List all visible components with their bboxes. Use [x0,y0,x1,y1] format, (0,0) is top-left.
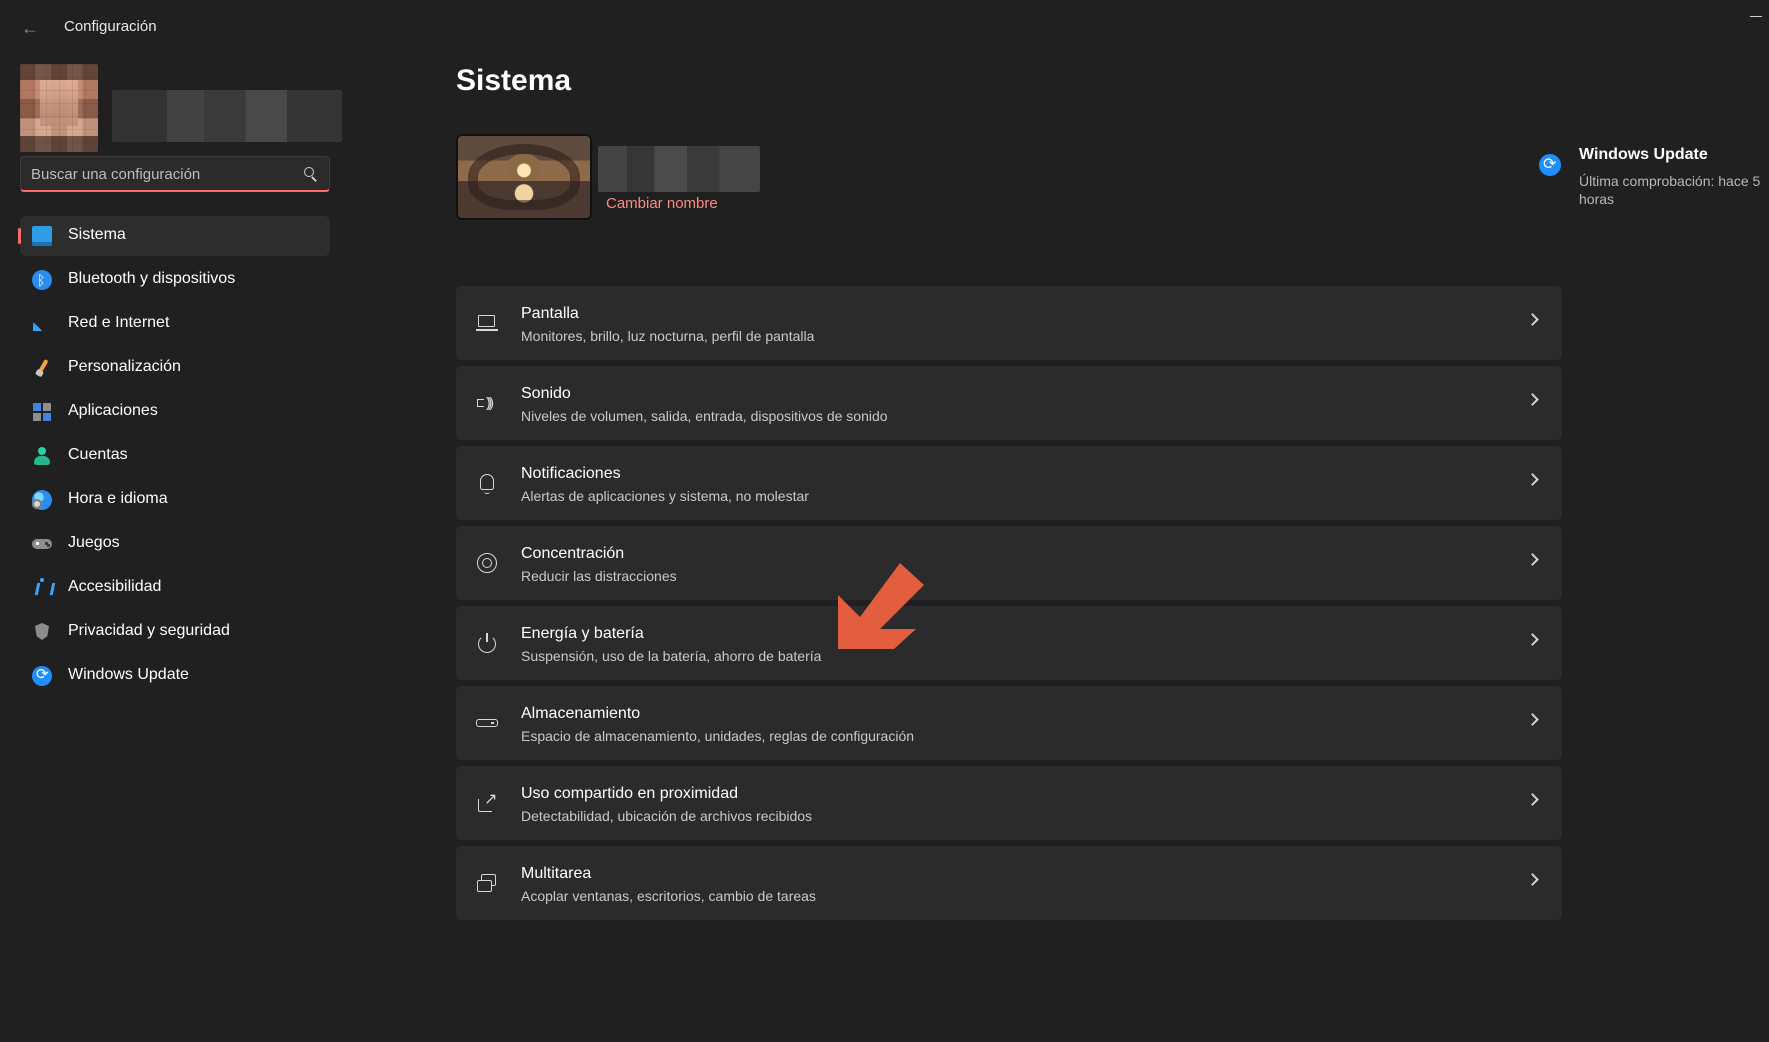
sidebar-item-privacy[interactable]: Privacidad y seguridad [20,612,330,652]
sidebar-item-time-language[interactable]: Hora e idioma [20,480,330,520]
accessibility-icon [32,578,52,598]
main-content: Sistema Cambiar nombre Windows Update Úl… [456,56,1769,1042]
storage-icon [476,712,498,734]
search-icon [303,166,317,180]
setting-description: Suspensión, uso de la batería, ahorro de… [521,648,822,664]
chevron-right-icon [1528,475,1538,485]
setting-almacenamiento[interactable]: Almacenamiento Espacio de almacenamiento… [456,686,1562,760]
setting-title: Energía y batería [521,625,644,642]
avatar [20,64,98,152]
setting-description: Reducir las distracciones [521,568,677,584]
chevron-right-icon [1528,555,1538,565]
windows-update-title: Windows Update [1579,146,1708,163]
user-icon [32,446,52,466]
sidebar-item-label: Red e Internet [68,314,170,331]
setting-multitarea[interactable]: Multitarea Acoplar ventanas, escritorios… [456,846,1562,920]
setting-description: Monitores, brillo, luz nocturna, perfil … [521,328,815,344]
sidebar-item-windows-update[interactable]: Windows Update [20,656,330,696]
setting-description: Espacio de almacenamiento, unidades, reg… [521,728,915,744]
setting-energia-bateria[interactable]: Energía y batería Suspensión, uso de la … [456,606,1562,680]
globe-clock-icon [32,490,52,510]
device-thumbnail[interactable] [456,134,592,220]
sidebar-item-network[interactable]: Red e Internet [20,304,330,344]
sidebar: Sistema Bluetooth y dispositivos Red e I… [0,56,380,1042]
setting-title: Notificaciones [521,465,621,482]
chevron-right-icon [1528,635,1538,645]
setting-title: Uso compartido en proximidad [521,785,738,802]
bell-icon [476,472,498,494]
chevron-right-icon [1528,715,1538,725]
display-icon [32,226,52,246]
back-arrow-icon[interactable]: ← [18,16,42,40]
chevron-right-icon [1528,315,1538,325]
device-summary: Cambiar nombre [456,134,1576,226]
gamepad-icon [32,534,52,554]
sidebar-item-label: Personalización [68,358,181,375]
setting-notificaciones[interactable]: Notificaciones Alertas de aplicaciones y… [456,446,1562,520]
sidebar-item-label: Cuentas [68,446,128,463]
sidebar-item-personalization[interactable]: Personalización [20,348,330,388]
profile-section[interactable] [20,64,342,156]
sidebar-item-label: Sistema [68,226,126,243]
setting-concentracion[interactable]: Concentración Reducir las distracciones [456,526,1562,600]
setting-title: Concentración [521,545,625,562]
annotation-arrow-icon [838,563,924,649]
sidebar-nav: Sistema Bluetooth y dispositivos Red e I… [18,216,330,700]
share-icon [476,791,498,814]
profile-name-redacted [112,90,342,142]
update-icon [1539,154,1561,176]
setting-pantalla[interactable]: Pantalla Monitores, brillo, luz nocturna… [456,286,1562,360]
setting-title: Almacenamiento [521,705,641,722]
sidebar-item-sistema[interactable]: Sistema [18,216,330,256]
power-icon [476,632,498,654]
windows-update-status[interactable]: Windows Update Última comprobación: hace… [1539,144,1769,208]
sidebar-item-label: Accesibilidad [68,578,162,595]
brush-icon [32,358,52,378]
sidebar-item-accessibility[interactable]: Accesibilidad [20,568,330,608]
update-icon [32,665,52,686]
setting-description: Acoplar ventanas, escritorios, cambio de… [521,888,816,904]
rename-link[interactable]: Cambiar nombre [606,195,718,212]
search-box[interactable] [20,156,330,192]
setting-sonido[interactable]: Sonido Niveles de volumen, salida, entra… [456,366,1562,440]
shield-icon [32,622,52,642]
sidebar-item-accounts[interactable]: Cuentas [20,436,330,476]
multitask-icon [476,872,498,894]
setting-description: Niveles de volumen, salida, entrada, dis… [521,408,888,424]
chevron-right-icon [1528,875,1538,885]
sidebar-item-label: Privacidad y seguridad [68,622,230,639]
sidebar-item-gaming[interactable]: Juegos [20,524,330,564]
setting-title: Multitarea [521,865,592,882]
settings-list: Pantalla Monitores, brillo, luz nocturna… [456,286,1562,926]
sidebar-item-label: Juegos [68,534,120,551]
title-bar: ← Configuración [0,0,1769,56]
sound-icon [476,391,498,414]
setting-description: Detectabilidad, ubicación de archivos re… [521,808,813,824]
sidebar-item-label: Bluetooth y dispositivos [68,270,236,287]
display-icon [476,312,498,334]
page-title: Sistema [456,64,572,97]
focus-icon [476,552,498,574]
sidebar-item-apps[interactable]: Aplicaciones [20,392,330,432]
sidebar-item-label: Windows Update [68,666,189,683]
device-name-redacted [598,146,760,192]
sidebar-item-label: Aplicaciones [68,402,158,419]
chevron-right-icon [1528,795,1538,805]
wifi-icon [32,314,52,334]
sidebar-item-bluetooth[interactable]: Bluetooth y dispositivos [20,260,330,300]
sidebar-item-label: Hora e idioma [68,490,168,507]
bluetooth-icon [32,270,52,290]
setting-title: Pantalla [521,305,579,322]
windows-update-subtitle: Última comprobación: hace 5 horas [1579,173,1761,207]
setting-uso-compartido[interactable]: Uso compartido en proximidad Detectabili… [456,766,1562,840]
chevron-right-icon [1528,395,1538,405]
search-input[interactable] [31,157,291,191]
setting-description: Alertas de aplicaciones y sistema, no mo… [521,488,809,504]
minimize-icon[interactable] [1747,6,1765,17]
apps-icon [32,402,52,422]
app-title: Configuración [64,18,157,35]
setting-title: Sonido [521,385,571,402]
